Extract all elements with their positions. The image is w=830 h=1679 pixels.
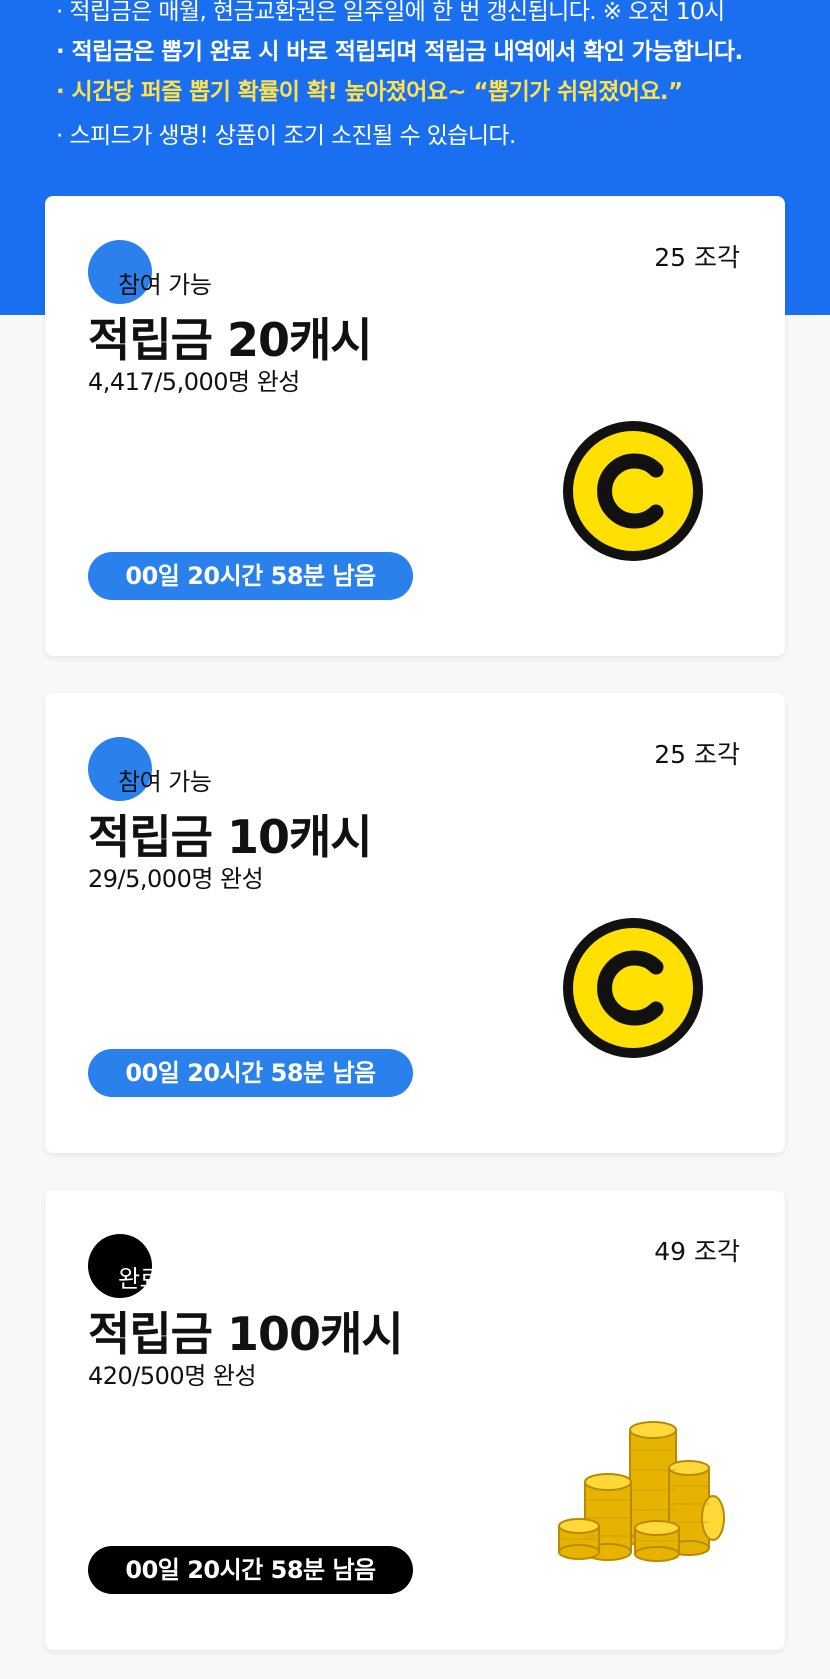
- completion-count: 420/500명 완성: [88, 1362, 257, 1390]
- gold-coins-icon: [558, 1421, 725, 1562]
- prize-card[interactable]: 참여 가능 25 조각 적립금 10캐시 29/5,000명 완성 00일 20…: [45, 693, 785, 1153]
- status-label: 참여 가능: [118, 768, 212, 796]
- piece-count: 25 조각: [654, 740, 740, 769]
- prize-title: 적립금 10캐시: [88, 810, 373, 864]
- piece-count: 49 조각: [654, 1237, 740, 1266]
- status-label: 완료: [118, 1265, 162, 1293]
- time-remaining-button[interactable]: 00일 20시간 58분 남음: [88, 552, 413, 600]
- completion-count: 4,417/5,000명 완성: [88, 368, 300, 396]
- cash-coin-icon: [563, 421, 703, 561]
- prize-card[interactable]: 참여 가능 25 조각 적립금 20캐시 4,417/5,000명 완성 00일…: [45, 196, 785, 656]
- prize-title: 적립금 100캐시: [88, 1307, 404, 1361]
- notice-line: · 시간당 퍼즐 뽑기 확률이 확! 높아졌어요~ “뽑기가 쉬워졌어요.”: [56, 79, 683, 105]
- notice-line: · 스피드가 생명! 상품이 조기 소진될 수 있습니다.: [56, 123, 516, 149]
- completion-count: 29/5,000명 완성: [88, 865, 264, 893]
- prize-title: 적립금 20캐시: [88, 313, 373, 367]
- time-remaining-button[interactable]: 00일 20시간 58분 남음: [88, 1049, 413, 1097]
- status-label: 참여 가능: [118, 271, 212, 299]
- prize-card[interactable]: 완료 49 조각 적립금 100캐시 420/500명 완성 00일 20시간 …: [45, 1190, 785, 1650]
- cash-coin-icon: [563, 918, 703, 1058]
- notice-line: · 적립금은 매월, 현금교환권은 일주일에 한 번 갱신됩니다. ※ 오전 1…: [56, 0, 725, 25]
- notice-line: · 적립금은 뽑기 완료 시 바로 적립되며 적립금 내역에서 확인 가능합니다…: [56, 39, 743, 65]
- time-remaining-button[interactable]: 00일 20시간 58분 남음: [88, 1546, 413, 1594]
- piece-count: 25 조각: [654, 243, 740, 272]
